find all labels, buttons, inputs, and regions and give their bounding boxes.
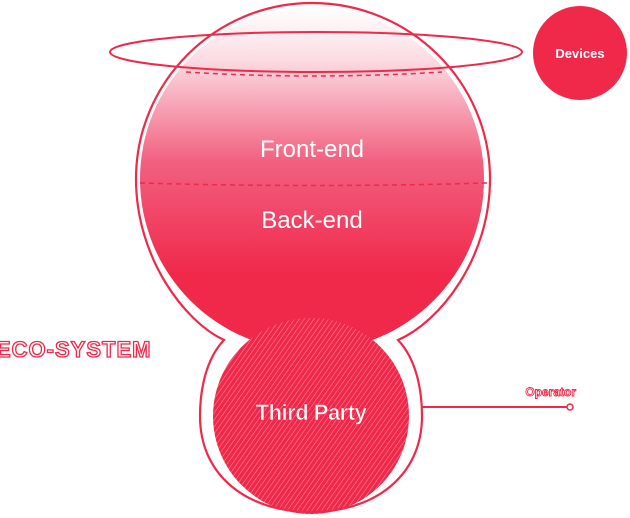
main-sphere [140,7,484,351]
third-party-label: Third Party [256,400,368,425]
devices-label: Devices [555,46,604,61]
backend-label: Back-end [261,207,362,234]
ecosystem-diagram: Devices Front-end Back-end ECO-SYSTEM Th… [0,1,627,514]
ecosystem-label: ECO-SYSTEM [0,337,151,362]
operator-endpoint [566,403,574,411]
frontend-label: Front-end [260,136,364,163]
operator-label: Operator [525,385,576,399]
